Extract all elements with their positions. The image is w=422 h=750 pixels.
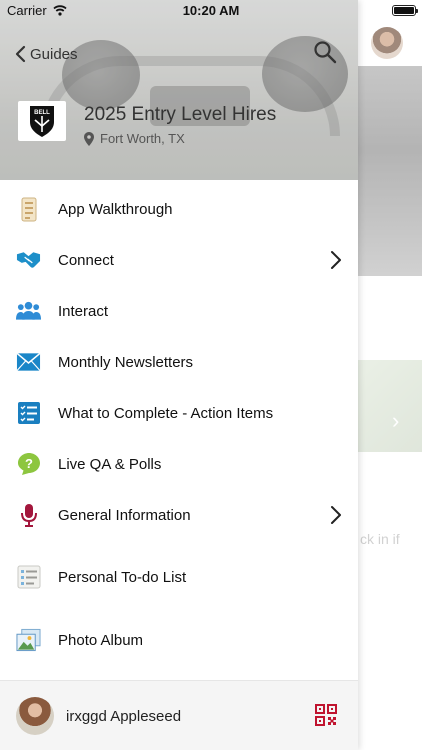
menu-item-monthly-newsletters[interactable]: Monthly Newsletters <box>0 337 358 387</box>
location-pin-icon <box>84 131 94 146</box>
bell-logo-icon: BELL <box>30 106 54 137</box>
guide-location: Fort Worth, TX <box>84 131 185 146</box>
menu-item-photo-album[interactable]: Photo Album <box>0 615 358 665</box>
menu-item-label: Live QA & Polls <box>58 455 162 473</box>
user-name: irxggd Appleseed <box>66 708 182 725</box>
menu-item-label: Personal To-do List <box>58 568 187 586</box>
menu-item-interact[interactable]: Interact <box>0 286 358 336</box>
menu-item-label: What to Complete - Action Items <box>58 404 274 422</box>
menu-item-label: General Information <box>58 506 191 524</box>
status-time: 10:20 AM <box>182 3 240 18</box>
todo-list-icon <box>16 565 41 590</box>
back-button[interactable]: Guides <box>14 42 78 66</box>
avatar[interactable] <box>16 697 54 735</box>
menu-item-label: Connect <box>58 251 114 269</box>
menu-item-general-information[interactable]: General Information <box>0 490 358 540</box>
handshake-icon <box>16 248 41 273</box>
menu-item-live-qa-polls[interactable]: ? Live QA & Polls <box>0 439 358 489</box>
question-icon: ? <box>16 452 41 477</box>
battery-icon <box>392 5 418 16</box>
menu-item-personal-todo[interactable]: Personal To-do List <box>0 552 358 602</box>
side-drawer: Guides BELL 2025 Entry Level Hires Fort … <box>0 0 358 750</box>
people-icon <box>16 299 41 324</box>
menu-item-action-items[interactable]: What to Complete - Action Items <box>0 388 358 438</box>
back-button-label: Guides <box>30 45 78 63</box>
chevron-right-icon <box>331 251 341 269</box>
menu-item-label: Interact <box>58 302 109 320</box>
photo-icon <box>16 628 41 653</box>
chevron-left-icon <box>15 45 26 63</box>
menu-item-label: App Walkthrough <box>58 200 173 218</box>
menu-item-label: Monthly Newsletters <box>58 353 194 371</box>
user-footer[interactable]: irxggd Appleseed <box>0 680 358 750</box>
checklist-icon <box>16 401 41 426</box>
menu-item-app-walkthrough[interactable]: App Walkthrough <box>0 184 358 234</box>
search-icon[interactable] <box>313 40 337 64</box>
status-bar: Carrier 10:20 AM <box>0 0 422 22</box>
chevron-right-icon <box>331 506 341 524</box>
guide-title: 2025 Entry Level Hires <box>84 104 277 125</box>
envelope-icon <box>16 350 41 375</box>
header-hero-image <box>0 0 358 180</box>
background-dim-overlay[interactable] <box>358 0 422 750</box>
menu-item-label: Photo Album <box>58 631 144 649</box>
menu-item-connect[interactable]: Connect <box>0 235 358 285</box>
logo-text: BELL <box>34 110 50 116</box>
location-text: Fort Worth, TX <box>100 131 185 146</box>
walkthrough-icon <box>16 197 41 222</box>
qr-code-icon[interactable] <box>315 704 337 726</box>
svg-text:?: ? <box>25 456 33 471</box>
bell-logo: BELL <box>18 101 66 141</box>
microphone-icon <box>16 503 41 528</box>
